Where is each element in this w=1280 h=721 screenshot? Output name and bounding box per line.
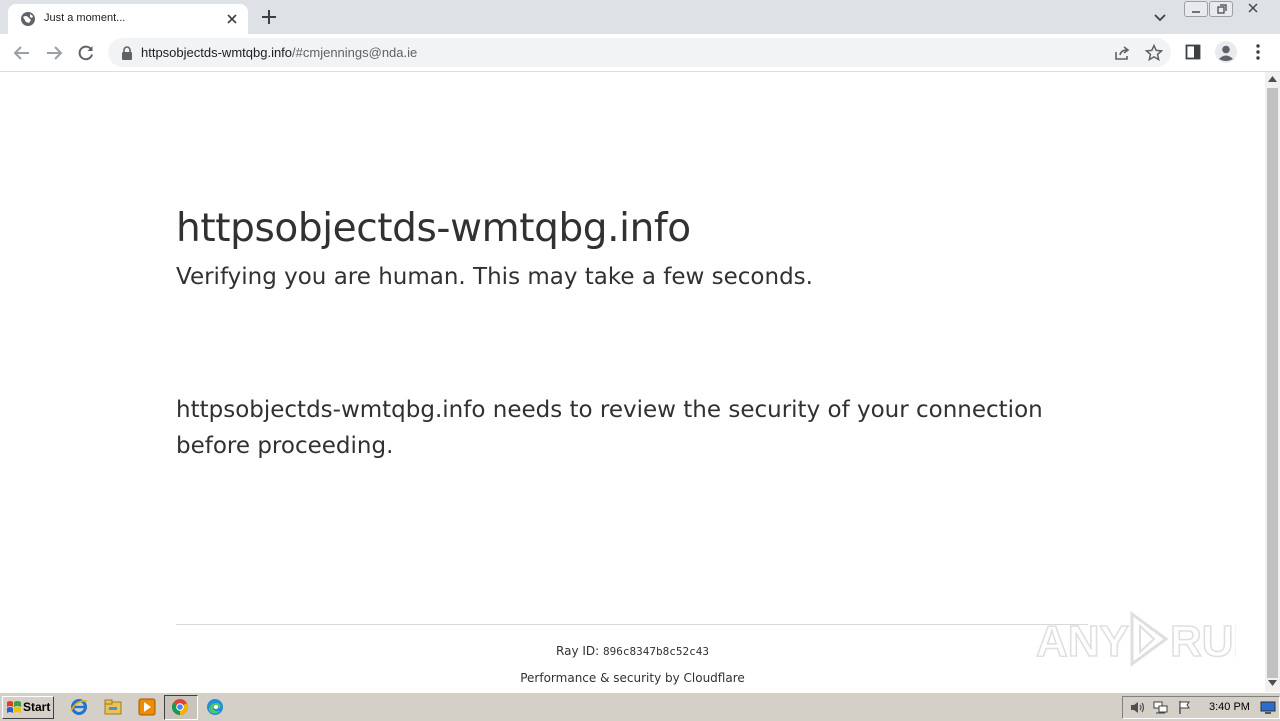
scroll-down-arrow-icon[interactable] [1268,680,1277,686]
network-icon[interactable] [1153,700,1169,715]
side-panel-icon[interactable] [1185,44,1201,60]
start-button[interactable]: Start [2,696,54,719]
url-path: /#cmjennings@nda.ie [292,45,418,60]
profile-avatar-icon[interactable] [1214,40,1238,64]
file-explorer-icon[interactable] [104,698,122,716]
scroll-up-arrow-icon[interactable] [1268,76,1277,82]
anyrun-watermark-logo: ANY RUN [1036,611,1236,667]
start-label: Start [23,700,51,714]
vertical-scrollbar[interactable] [1265,72,1280,692]
close-window-button[interactable] [1235,1,1271,15]
browser-toolbar: httpsobjectds-wmtqbg.info/#cmjennings@nd… [0,34,1280,72]
scrollbar-thumb[interactable] [1267,88,1278,678]
svg-text:ANY: ANY [1036,617,1129,666]
svg-text:RUN: RUN [1170,617,1236,666]
monitor-icon[interactable] [1260,700,1276,715]
cloudflare-footer: Performance & security by Cloudflare [520,671,745,685]
back-icon[interactable] [12,43,32,63]
volume-icon[interactable] [1129,700,1145,715]
chrome-icon[interactable] [171,698,189,716]
lock-icon[interactable] [120,45,134,61]
edge-icon[interactable] [206,698,224,716]
url-host: httpsobjectds-wmtqbg.info [141,45,293,60]
ray-id-label: Ray ID: [556,644,603,658]
forward-icon[interactable] [44,43,64,63]
windows-logo-icon [7,701,21,713]
footer-divider [176,624,1088,625]
restore-button[interactable] [1209,1,1233,17]
minimize-button[interactable] [1184,1,1208,17]
address-bar[interactable]: httpsobjectds-wmtqbg.info/#cmjennings@nd… [108,38,1171,67]
ray-id-value: 896c8347b8c52c43 [603,645,709,658]
tab-title: Just a moment... [44,12,126,24]
minimize-icon [1192,11,1200,13]
taskbar-clock[interactable]: 3:40 PM [1209,701,1250,713]
close-icon [1248,3,1258,13]
tab-strip: Just a moment... [0,0,1280,34]
share-icon[interactable] [1113,44,1131,62]
globe-icon [21,12,35,26]
page-content: httpsobjectds-wmtqbg.info Verifying you … [0,72,1265,692]
verification-subtitle: Verifying you are human. This may take a… [176,264,813,290]
site-title: httpsobjectds-wmtqbg.info [176,206,691,251]
taskbar: Start 3:40 PM [0,692,1280,721]
close-tab-icon[interactable] [224,11,240,27]
security-review-message: httpsobjectds-wmtqbg.info needs to revie… [176,397,1043,459]
system-tray: 3:40 PM [1122,696,1280,719]
flag-icon[interactable] [1177,700,1193,715]
url-text[interactable]: httpsobjectds-wmtqbg.info/#cmjennings@nd… [141,45,417,60]
reload-icon[interactable] [76,43,96,63]
browser-tab[interactable]: Just a moment... [8,4,248,34]
new-tab-icon[interactable] [260,8,278,26]
restore-icon [1217,4,1227,14]
internet-explorer-icon[interactable] [70,698,88,716]
more-vert-icon[interactable] [1250,43,1266,61]
chevron-down-icon[interactable] [1152,9,1168,25]
media-player-icon[interactable] [138,698,156,716]
bookmark-star-icon[interactable] [1145,44,1163,62]
